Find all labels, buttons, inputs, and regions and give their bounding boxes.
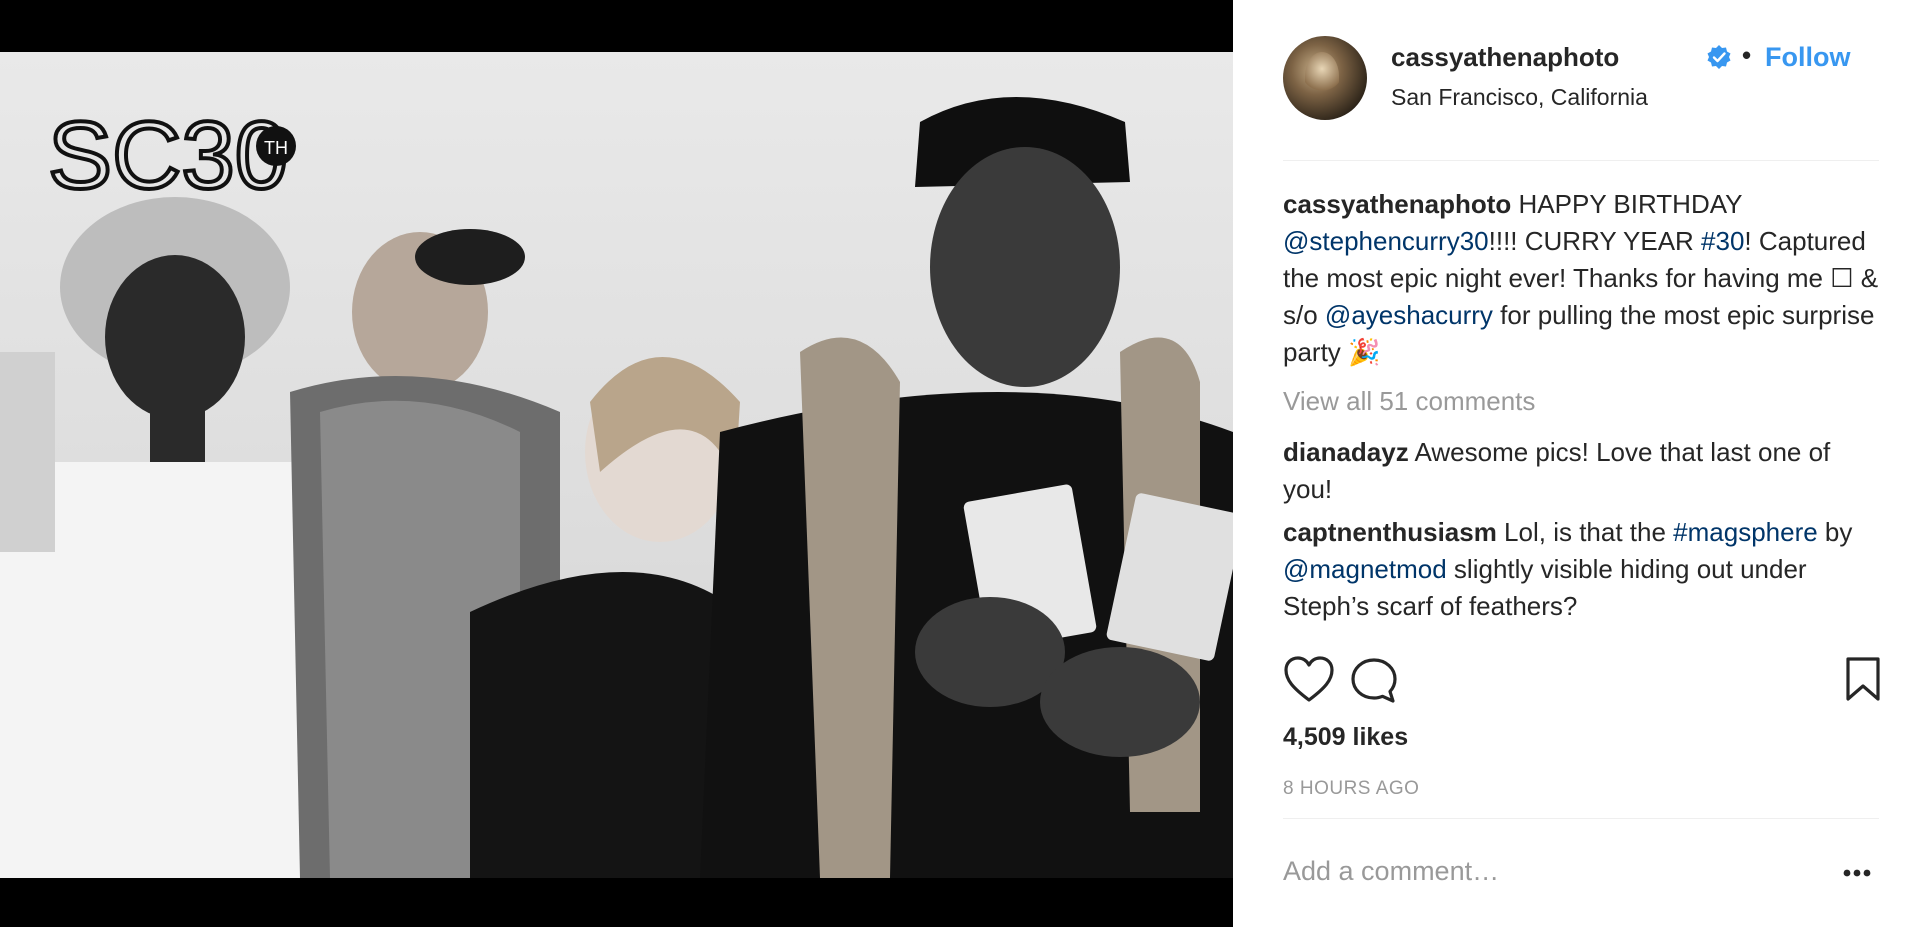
hashtag-link[interactable]: #30 [1701,226,1744,256]
avatar[interactable] [1283,36,1367,120]
post-actions [1283,656,1883,708]
comment-text: Lol, is that the [1496,517,1674,547]
post-details-panel: cassyathenaphoto • Follow San Francisco,… [1233,0,1920,927]
follow-button[interactable]: Follow [1765,42,1850,73]
mention-link[interactable]: @stephencurry30 [1283,226,1489,256]
post-timestamp[interactable]: 8 HOURS AGO [1283,778,1419,800]
comment-username[interactable]: captnenthusiasm [1283,517,1497,547]
logo-sup: TH [264,138,288,158]
post-media[interactable]: SC30 TH [0,0,1233,927]
header-username[interactable]: cassyathenaphoto [1391,42,1619,73]
comment-item: dianadayz Awesome pics! Love that last o… [1283,434,1883,508]
more-options-icon[interactable] [1842,868,1872,878]
comment-username[interactable]: dianadayz [1283,437,1409,467]
likes-count[interactable]: 4,509 likes [1283,723,1408,752]
caption-username[interactable]: cassyathenaphoto [1283,189,1511,219]
mention-link[interactable]: @ayeshacurry [1325,300,1493,330]
hashtag-link[interactable]: #magsphere [1673,517,1818,547]
verified-badge-icon [1707,45,1731,69]
comments-section[interactable]: cassyathenaphoto HAPPY BIRTHDAY @stephen… [1283,186,1883,636]
post-location[interactable]: San Francisco, California [1391,84,1648,111]
divider [1283,818,1879,819]
comment-icon[interactable] [1349,656,1399,706]
post-caption: cassyathenaphoto HAPPY BIRTHDAY @stephen… [1283,186,1883,371]
post-photo[interactable]: SC30 TH [0,52,1233,878]
caption-text: !!!! CURRY YEAR [1488,226,1702,256]
add-comment-input[interactable]: Add a comment… [1283,856,1499,887]
header-separator: • [1742,40,1752,70]
view-all-comments-link[interactable]: View all 51 comments [1283,383,1883,420]
comment-item: captnenthusiasm Lol, is that the #magsph… [1283,514,1883,625]
caption-text: HAPPY BIRTHDAY [1511,189,1743,219]
comment-text: by [1817,517,1853,547]
heart-icon[interactable] [1283,656,1335,704]
logo-lettering: SC30 [48,102,288,200]
mention-link[interactable]: @magnetmod [1283,554,1447,584]
bookmark-icon[interactable] [1845,656,1881,702]
post-header: cassyathenaphoto • Follow San Francisco,… [1283,36,1879,161]
